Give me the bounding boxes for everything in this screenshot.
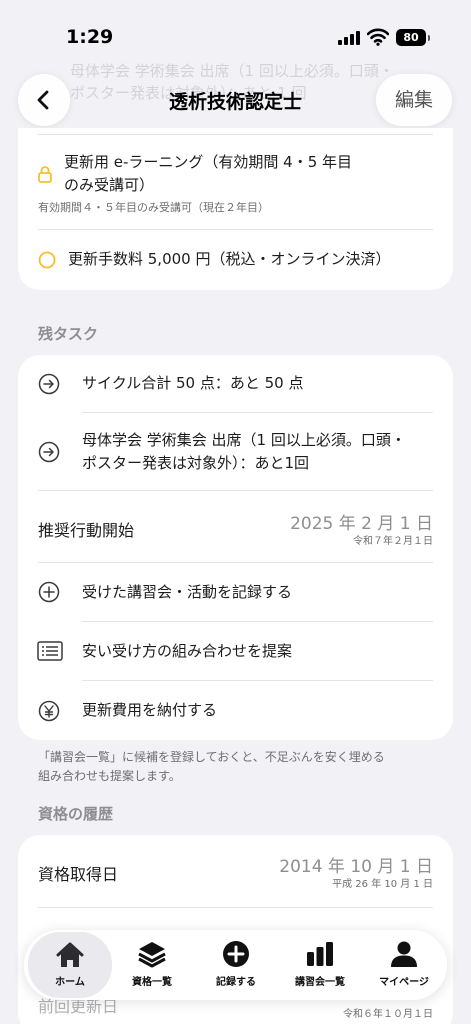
divider	[38, 562, 433, 563]
history-label: 資格取得日	[38, 865, 119, 884]
divider	[38, 134, 433, 135]
tab-record[interactable]: 記録する	[194, 930, 278, 1000]
tab-mypage[interactable]: マイページ	[362, 930, 446, 1000]
task-label-line: ポスター発表は対象外）：あと1回	[82, 454, 310, 472]
arrow-circle-icon	[38, 441, 60, 463]
person-icon	[391, 941, 417, 967]
recommended-action-date: 2025 年 2 月 1 日	[290, 514, 433, 534]
plus-circle-icon	[38, 581, 60, 603]
history-date: 2014 年 10 月 1 日	[279, 857, 433, 877]
history-date-wareki: 平成 26 年 10 月 1 日	[332, 879, 433, 890]
circle-icon	[38, 251, 56, 269]
task-label: サイクル合計 50 点：あと 50 点	[82, 374, 304, 392]
divider	[82, 412, 433, 413]
recommended-action-date-wareki: 令和７年２月１日	[353, 536, 433, 547]
task-label-line: 母体学会 学術集会 出席（1 回以上必須。口頭・	[82, 431, 406, 449]
requirement-note: 有効期間４・５年目のみ受講可（現在２年目）	[38, 201, 269, 214]
arrow-circle-icon	[38, 373, 60, 395]
helper-note-line: 「講習会一覧」に候補を登録しておくと、不足ぶんを安く埋める	[38, 750, 385, 764]
tab-courses[interactable]: 講習会一覧	[278, 930, 362, 1000]
battery-indicator: 80	[396, 29, 426, 46]
battery-tip	[428, 35, 430, 41]
layers-icon	[138, 942, 166, 968]
section-title-history: 資格の履歴	[38, 805, 114, 823]
requirement-elearning: 更新用 e-ラーニング（有効期間 4・5 年目 のみ受講可）	[64, 151, 444, 197]
tab-label: マイページ	[379, 977, 429, 988]
remaining-tasks-card: サイクル合計 50 点：あと 50 点 母体学会 学術集会 出席（1 回以上必須…	[18, 355, 453, 740]
divider	[38, 490, 433, 491]
divider	[82, 680, 433, 681]
history-date-wareki: 令和６年１０月１日	[343, 1009, 433, 1020]
tab-label: 記録する	[216, 977, 256, 988]
divider	[38, 907, 433, 908]
nav-header: 透析技術認定士 編集	[0, 74, 471, 126]
back-button[interactable]	[18, 74, 70, 126]
list-icon	[37, 641, 63, 661]
tab-label: 講習会一覧	[295, 977, 345, 988]
yen-circle-icon	[38, 700, 60, 722]
requirement-label: 更新用 e-ラーニング（有効期間 4・5 年目	[64, 153, 353, 171]
action-label: 安い受け方の組み合わせを提案	[82, 642, 293, 660]
action-label: 受けた講習会・活動を記録する	[82, 583, 293, 601]
tab-certifications[interactable]: 資格一覧	[110, 930, 194, 1000]
helper-note-line: 組み合わせも提案します。	[38, 769, 181, 783]
screen: 母体学会 学術集会 出席（1 回以上必須。口頭・ ポスター発表は対象外）：あと …	[0, 0, 471, 1024]
action-label: 更新費用を納付する	[82, 701, 218, 719]
requirement-fee: 更新手数料 5,000 円（税込・オンライン決済）	[68, 250, 391, 268]
requirements-card: 更新用 e-ラーニング（有効期間 4・5 年目 のみ受講可） 有効期間４・５年目…	[18, 128, 453, 290]
cellular-signal-icon	[338, 31, 360, 45]
task-label: 母体学会 学術集会 出席（1 回以上必須。口頭・ ポスター発表は対象外）：あと1…	[82, 429, 442, 475]
wifi-icon	[367, 28, 389, 46]
tab-home[interactable]: ホーム	[28, 932, 112, 998]
chevron-left-icon	[37, 90, 49, 110]
section-title-remaining-tasks: 残タスク	[38, 325, 99, 343]
helper-note: 「講習会一覧」に候補を登録しておくと、不足ぶんを安く埋める 組み合わせも提案しま…	[38, 748, 438, 786]
recommended-action-label: 推奨行動開始	[38, 521, 135, 540]
requirement-label: のみ受講可）	[64, 176, 155, 194]
divider	[38, 229, 433, 230]
edit-button[interactable]: 編集	[376, 74, 452, 126]
lock-icon	[38, 166, 52, 183]
tab-bar: ホーム 資格一覧 記録する 講習会一覧 マイページ	[24, 930, 447, 1000]
status-bar: 1:29 80	[0, 0, 471, 70]
tab-label: ホーム	[55, 977, 85, 988]
tab-label: 資格一覧	[132, 977, 172, 988]
home-icon	[56, 942, 84, 967]
status-time: 1:29	[66, 26, 114, 48]
plus-circle-filled-icon	[223, 941, 249, 967]
bar-chart-icon	[307, 942, 333, 966]
divider	[82, 621, 433, 622]
